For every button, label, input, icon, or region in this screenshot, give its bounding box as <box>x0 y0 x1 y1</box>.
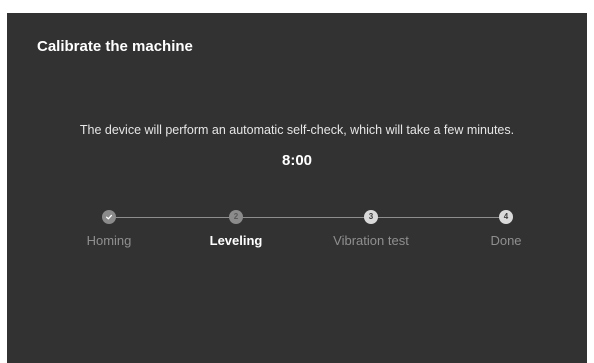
step-label: Done <box>490 233 522 248</box>
countdown-timer: 8:00 <box>281 152 313 169</box>
step-number: 4 <box>499 210 513 224</box>
step-done: 4 Done <box>431 210 581 248</box>
calibration-dialog: Calibrate the machine The device will pe… <box>7 13 587 363</box>
step-number: 2 <box>229 210 243 224</box>
step-number: 3 <box>364 210 378 224</box>
dialog-description: The device will perform an automatic sel… <box>79 123 515 137</box>
step-label: Vibration test <box>333 233 409 248</box>
step-leveling: 2 Leveling <box>161 210 311 248</box>
step-vibration-test: 3 Vibration test <box>296 210 446 248</box>
progress-stepper: Homing 2 Leveling 3 Vibration test 4 Don… <box>7 206 587 266</box>
step-label: Leveling <box>209 233 263 248</box>
check-icon <box>102 210 116 224</box>
dialog-title: Calibrate the machine <box>37 38 193 55</box>
